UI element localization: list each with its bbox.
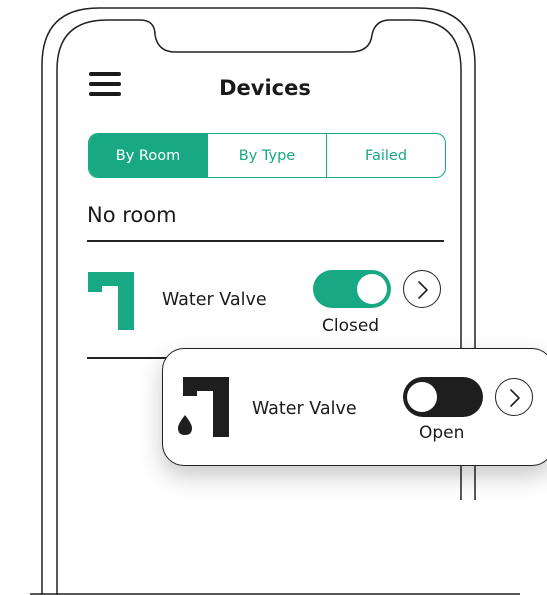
water-valve-dripping-icon xyxy=(178,377,229,437)
section-divider xyxy=(87,240,444,242)
popup-device-status: Open xyxy=(419,423,465,443)
tab-by-room[interactable]: By Room xyxy=(89,134,207,177)
hamburger-menu-icon[interactable] xyxy=(89,72,121,96)
toggle-knob xyxy=(357,274,387,304)
device-popup-card: Water Valve Open xyxy=(162,348,547,466)
popup-details-button[interactable] xyxy=(495,378,533,416)
page-title: Devices xyxy=(219,76,311,100)
tab-failed[interactable]: Failed xyxy=(326,134,445,177)
toggle-knob xyxy=(407,382,437,412)
device-details-button[interactable] xyxy=(403,270,441,308)
popup-device-name: Water Valve xyxy=(252,399,357,419)
device-status: Closed xyxy=(322,316,380,336)
chevron-right-icon xyxy=(510,389,520,407)
water-valve-icon xyxy=(88,272,134,330)
section-title: No room xyxy=(87,203,177,227)
popup-valve-toggle[interactable] xyxy=(403,377,483,417)
chevron-right-icon xyxy=(418,281,428,299)
room-type-filter-tabs: By Room By Type Failed xyxy=(88,133,446,178)
valve-toggle[interactable] xyxy=(313,270,391,308)
tab-by-type[interactable]: By Type xyxy=(207,134,326,177)
device-name: Water Valve xyxy=(162,290,267,310)
